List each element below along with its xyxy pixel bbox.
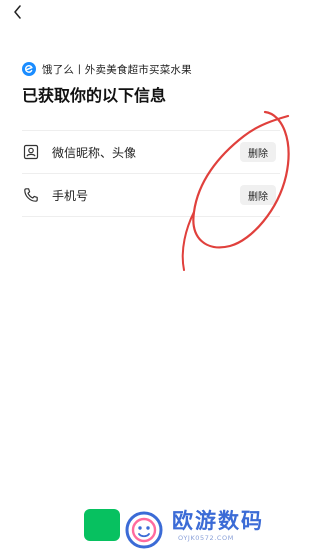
permission-label: 手机号 [52,188,89,203]
back-button[interactable] [6,2,30,22]
app-name: 饿了么丨外卖美食超市买菜水果 [42,63,192,76]
confirm-button[interactable] [84,509,120,541]
watermark-title: 欧游数码 [172,509,264,533]
watermark-logo-icon [125,511,163,549]
contact-card-icon [22,143,40,161]
permission-row-phone: 手机号 删除 [22,174,280,217]
phone-icon [22,186,40,204]
watermark: 欧游数码 OYJK0572.COM [122,508,300,554]
permission-list: 微信昵称、头像 删除 手机号 删除 [22,130,280,217]
page-title: 已获取你的以下信息 [22,86,167,105]
delete-profile-button[interactable]: 删除 [240,142,276,162]
chevron-left-icon [14,5,21,19]
eleme-logo-icon [22,62,36,76]
watermark-url: OYJK0572.COM [178,534,234,543]
permission-label: 微信昵称、头像 [52,145,137,160]
app-info: 饿了么丨外卖美食超市买菜水果 [22,61,192,77]
permission-row-profile: 微信昵称、头像 删除 [22,130,280,174]
delete-phone-button[interactable]: 删除 [240,185,276,205]
